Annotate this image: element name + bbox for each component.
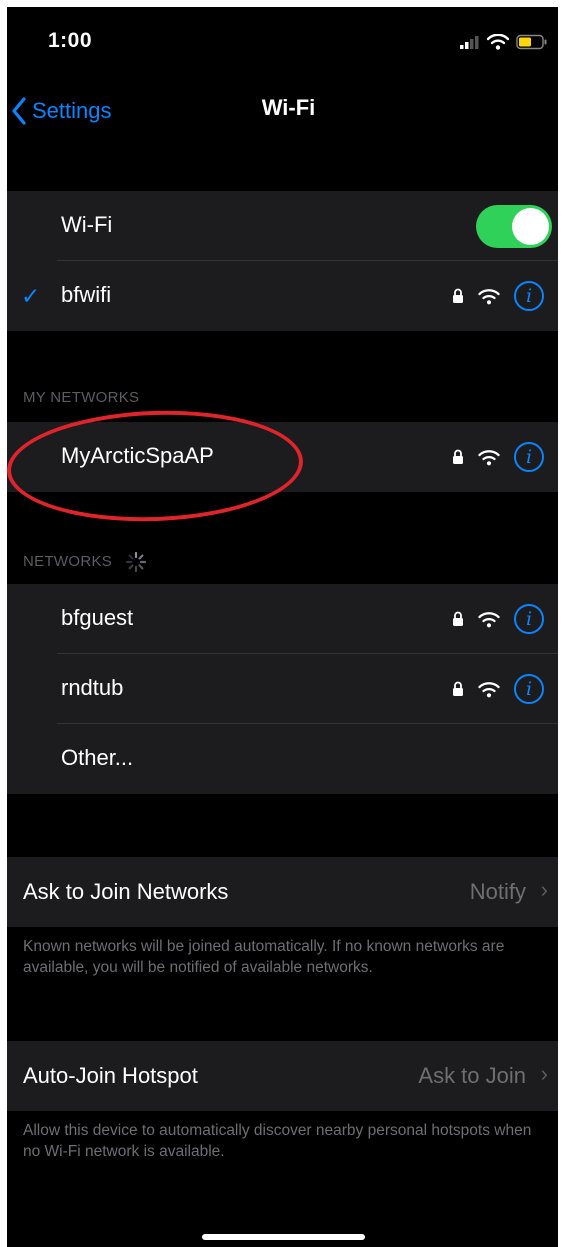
wifi-toggle-label: Wi-Fi bbox=[61, 212, 113, 237]
info-button[interactable]: i bbox=[514, 281, 544, 311]
network-name: MyArcticSpaAP bbox=[61, 443, 214, 468]
info-icon: i bbox=[525, 678, 533, 700]
my-networks-header: MY NETWORKS bbox=[23, 389, 140, 406]
info-button[interactable]: i bbox=[514, 442, 544, 472]
network-icons: i bbox=[452, 440, 544, 474]
network-row[interactable]: bfguest i bbox=[7, 584, 558, 654]
network-row[interactable]: MyArcticSpaAP i bbox=[7, 422, 558, 492]
lock-icon bbox=[453, 681, 463, 696]
connected-network-row[interactable]: ✓ bfwifi i bbox=[7, 261, 558, 331]
my-networks-group: MyArcticSpaAP i bbox=[7, 422, 558, 492]
ask-to-join-footnote: Known networks will be joined automatica… bbox=[23, 938, 505, 976]
page-title: Wi-Fi bbox=[261, 95, 316, 120]
info-button[interactable]: i bbox=[514, 604, 544, 634]
cellular-signal-icon bbox=[460, 36, 479, 49]
info-button[interactable]: i bbox=[514, 674, 544, 704]
chevron-right-icon: › bbox=[540, 877, 548, 902]
wifi-icon bbox=[478, 449, 500, 465]
wifi-toggle-row: Wi-Fi bbox=[7, 191, 558, 261]
auto-join-hotspot-row[interactable]: Auto-Join Hotspot Ask to Join › bbox=[7, 1041, 558, 1111]
checkmark-icon: ✓ bbox=[21, 283, 41, 309]
wifi-icon bbox=[478, 681, 500, 697]
wifi-icon bbox=[478, 611, 500, 627]
info-icon: i bbox=[525, 446, 533, 468]
other-network-row[interactable]: Other... bbox=[7, 724, 558, 794]
network-icons: i bbox=[452, 602, 544, 636]
networks-header-label: NETWORKS bbox=[23, 552, 113, 570]
status-time: 1:00 bbox=[48, 29, 93, 52]
networks-group: bfguest i rndtub i Other... bbox=[7, 584, 558, 794]
connected-network-name: bfwifi bbox=[61, 282, 112, 307]
spinner-icon bbox=[125, 551, 146, 573]
info-icon: i bbox=[525, 285, 533, 307]
networks-header: NETWORKS bbox=[23, 551, 147, 573]
wifi-status-icon bbox=[487, 34, 509, 50]
ask-to-join-label: Ask to Join Networks bbox=[23, 879, 229, 904]
navigation-bar: Settings Wi-Fi bbox=[7, 69, 558, 139]
chevron-right-icon: › bbox=[540, 1061, 548, 1086]
other-network-label: Other... bbox=[61, 745, 134, 770]
wifi-group: Wi-Fi ✓ bfwifi i bbox=[7, 191, 558, 331]
network-row[interactable]: rndtub i bbox=[7, 654, 558, 724]
lock-icon bbox=[453, 288, 463, 303]
toggle-knob bbox=[512, 208, 549, 245]
phone-screen: 1:00 Settings Wi-Fi Wi-Fi ✓ bfwifi i MY … bbox=[7, 7, 558, 1247]
network-icons: i bbox=[452, 672, 544, 706]
auto-join-hotspot-footnote: Allow this device to automatically disco… bbox=[23, 1122, 532, 1160]
ask-to-join-value: Notify bbox=[469, 879, 526, 904]
lock-icon bbox=[453, 611, 463, 626]
wifi-icon bbox=[478, 288, 500, 304]
network-icons: i bbox=[452, 279, 544, 313]
lock-icon bbox=[453, 449, 463, 464]
auto-join-hotspot-value: Ask to Join bbox=[418, 1063, 526, 1088]
status-bar: 1:00 bbox=[7, 7, 558, 69]
network-name: bfguest bbox=[61, 605, 134, 630]
auto-join-hotspot-label: Auto-Join Hotspot bbox=[23, 1063, 198, 1088]
network-name: rndtub bbox=[61, 675, 124, 700]
home-indicator[interactable] bbox=[202, 1234, 365, 1240]
ask-to-join-row[interactable]: Ask to Join Networks Notify › bbox=[7, 857, 558, 927]
status-icons bbox=[460, 31, 548, 53]
wifi-toggle-switch[interactable] bbox=[476, 205, 552, 248]
battery-icon bbox=[516, 34, 547, 50]
info-icon: i bbox=[525, 608, 533, 630]
